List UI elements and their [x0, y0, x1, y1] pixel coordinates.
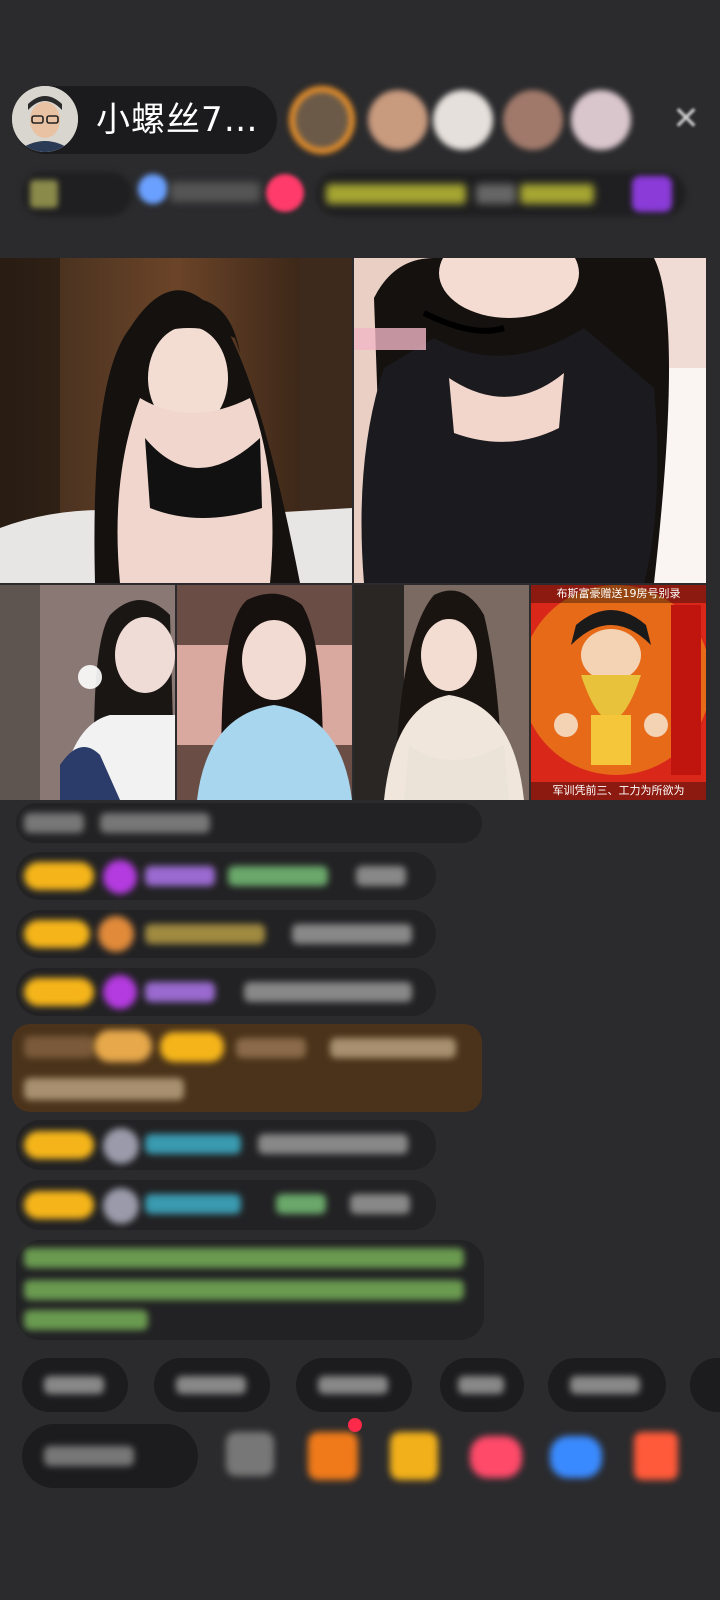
more-icon[interactable]: [226, 1432, 274, 1476]
video-frame: [354, 585, 529, 800]
video-frame: [0, 585, 175, 800]
heart-icon[interactable]: [470, 1436, 522, 1478]
level-badge: [24, 862, 94, 890]
game-icon[interactable]: [550, 1436, 602, 1478]
quick-action-label: [458, 1376, 504, 1394]
flame-icon: [98, 916, 134, 952]
chat-text: [356, 866, 406, 886]
vip-badge: [94, 1030, 152, 1062]
chat-input-placeholder: [44, 1446, 134, 1466]
username[interactable]: [145, 982, 215, 1002]
chat-text: [228, 866, 328, 886]
chat-text: [330, 1038, 456, 1058]
gift-box-icon[interactable]: [308, 1432, 358, 1480]
fortune-god-image: [531, 585, 706, 800]
viewer-avatar[interactable]: [289, 86, 355, 154]
chat-text: [244, 982, 412, 1002]
quick-action-label: [318, 1376, 388, 1394]
username[interactable]: [145, 1194, 241, 1214]
host-avatar[interactable]: [12, 86, 78, 152]
diamond-icon: [103, 975, 137, 1009]
event-icon[interactable]: [632, 176, 672, 212]
video-frame: [354, 258, 706, 583]
system-text: [24, 1248, 464, 1268]
level-badge: [24, 978, 94, 1006]
diamond-icon: [103, 860, 137, 894]
quick-action-label: [570, 1376, 640, 1394]
system-text: [24, 1310, 148, 1330]
viewer-avatar[interactable]: [503, 90, 563, 150]
quick-action-button[interactable]: [690, 1358, 720, 1412]
quick-action-label: [44, 1376, 104, 1394]
chat-text: [100, 813, 210, 833]
username[interactable]: [145, 924, 265, 944]
fans-icon: [138, 174, 168, 204]
announcement-text: [520, 184, 594, 204]
rank-icon: [30, 180, 58, 208]
username[interactable]: [145, 1134, 241, 1154]
video-tile-6[interactable]: 布斯富豪赠送19房号别录 军训凭前三、工力为所欲为: [531, 585, 706, 800]
chat-text: [276, 1194, 326, 1214]
notification-dot: [348, 1418, 362, 1432]
tile-caption-bottom: 军训凭前三、工力为所欲为: [531, 782, 706, 800]
announcement-text: [476, 184, 516, 204]
video-tile-3[interactable]: [0, 585, 175, 800]
video-frame: [0, 258, 352, 583]
level-badge: [24, 1191, 94, 1219]
viewer-avatar[interactable]: [368, 90, 428, 150]
announcement-text: [326, 184, 466, 204]
level-badge: [24, 920, 90, 948]
host-name[interactable]: 小螺丝7…: [96, 100, 259, 140]
video-tile-4[interactable]: [177, 585, 352, 800]
chat-message[interactable]: [16, 803, 482, 843]
viewer-avatar[interactable]: [433, 90, 493, 150]
video-tile-1[interactable]: [0, 258, 352, 583]
video-tile-2[interactable]: [354, 258, 706, 583]
badge-icon: [103, 1188, 139, 1224]
level-badge: [24, 1131, 94, 1159]
host-avatar-image: [12, 86, 78, 152]
video-tile-5[interactable]: [354, 585, 529, 800]
viewer-avatar[interactable]: [571, 90, 631, 150]
badge-icon: [103, 1128, 139, 1164]
username[interactable]: [236, 1038, 306, 1058]
quick-action-label: [176, 1376, 246, 1394]
fans-text: [170, 182, 260, 202]
chat-text: [24, 1078, 184, 1100]
video-frame: [177, 585, 352, 800]
gift-icon[interactable]: [634, 1432, 678, 1480]
chat-text: [292, 924, 412, 944]
chat-text: [24, 813, 84, 833]
level-badge: [160, 1032, 224, 1062]
tile-caption-top: 布斯富豪赠送19房号别录: [531, 585, 706, 603]
username[interactable]: [145, 866, 215, 886]
red-packet-icon[interactable]: [390, 1432, 438, 1480]
chat-text: [350, 1194, 410, 1214]
system-text: [24, 1280, 464, 1300]
chat-text: [258, 1134, 408, 1154]
chat-text: [24, 1036, 94, 1058]
follow-icon[interactable]: [266, 174, 304, 212]
close-icon[interactable]: ✕: [668, 100, 704, 136]
